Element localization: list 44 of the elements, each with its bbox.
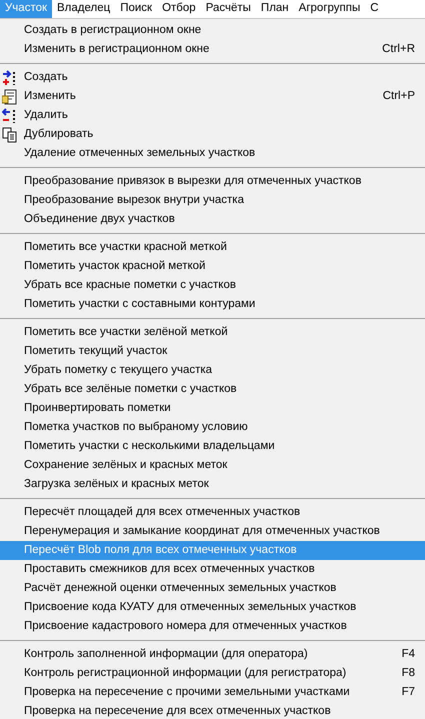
menu-item[interactable]: Пересчёт площадей для всех отмеченных участков bbox=[0, 503, 425, 522]
menu-bar-item[interactable]: Агрогруппы bbox=[294, 0, 366, 18]
menu-item[interactable]: Пометить участки с составными контурами bbox=[0, 295, 425, 314]
menu-item[interactable]: Преобразование вырезок внутри участка bbox=[0, 191, 425, 210]
menu-item[interactable]: Создать bbox=[0, 68, 425, 87]
arrows-plus-icon bbox=[2, 70, 18, 86]
menu-bar-item[interactable]: План bbox=[256, 0, 294, 18]
menu-item[interactable]: Проинвертировать пометки bbox=[0, 399, 425, 418]
menu-item[interactable]: Пометить участки с несколькими владельцами bbox=[0, 437, 425, 456]
menu-item[interactable]: Удалить bbox=[0, 106, 425, 125]
menu-item[interactable]: Создать в регистрационном окне bbox=[0, 21, 425, 40]
menu-item[interactable]: Контроль регистрационной информации (для регистратора) F8 bbox=[0, 664, 425, 683]
menu-item[interactable]: Присвоение кадастрового номера для отмеченных участков bbox=[0, 617, 425, 636]
menu-item[interactable]: Загрузка зелёных и красных меток bbox=[0, 475, 425, 494]
menu-bar-item[interactable]: Владелец bbox=[52, 0, 116, 18]
menu-bar-item[interactable]: Поиск bbox=[115, 0, 158, 18]
menu-item[interactable]: Удаление отмеченных земельных участков bbox=[0, 144, 425, 163]
menu-item[interactable]: Пометить все участки красной меткой bbox=[0, 238, 425, 257]
copy-icon bbox=[2, 126, 18, 142]
menu-bar-item[interactable]: Отбор bbox=[157, 0, 201, 18]
menu-item[interactable]: Перенумерация и замыкание координат для отмеченных участков bbox=[0, 522, 425, 541]
menu-item[interactable]: Присвоение кода КУАТУ для отмеченных земельных участков bbox=[0, 598, 425, 617]
menu-item[interactable]: Сохранение зелёных и красных меток bbox=[0, 456, 425, 475]
menu-item[interactable]: Пометить все участки зелёной меткой bbox=[0, 323, 425, 342]
document-edit-icon bbox=[2, 88, 18, 104]
menu-bar-item[interactable]: С bbox=[365, 0, 384, 18]
menu-item[interactable]: Пометить участок красной меткой bbox=[0, 257, 425, 276]
menu-bar-item[interactable]: Расчёты bbox=[200, 0, 256, 18]
arrows-minus-icon bbox=[2, 108, 18, 124]
menu-item[interactable]: Расчёт денежной оценки отмеченных земельных участков bbox=[0, 579, 425, 598]
menu-item[interactable]: Проверка на пересечение для всех отмеченных участков bbox=[0, 702, 425, 719]
menu-item[interactable]: Проставить смежников для всех отмеченных участков bbox=[0, 560, 425, 579]
menu-item[interactable]: Пометить текущий участок bbox=[0, 342, 425, 361]
menu-item[interactable]: Объединение двух участков bbox=[0, 210, 425, 229]
menu-item[interactable]: Убрать пометку с текущего участка bbox=[0, 361, 425, 380]
menu-item[interactable]: Проверка на пересечение с прочими земельными участками F7 bbox=[0, 683, 425, 702]
menu-item[interactable]: Убрать все красные пометки с участков bbox=[0, 276, 425, 295]
menu-item[interactable]: Пометка участков по выбраному условию bbox=[0, 418, 425, 437]
menu-item[interactable]: Изменить в регистрационном окне Ctrl+R bbox=[0, 40, 425, 59]
menu-item[interactable]: Изменить Ctrl+P bbox=[0, 87, 425, 106]
menu-item[interactable]: Преобразование привязок в вырезки для отмеченных участков bbox=[0, 172, 425, 191]
menu-item[interactable]: Контроль заполненной информации (для оператора) F4 bbox=[0, 645, 425, 664]
menu-item[interactable]: Убрать все зелёные пометки с участков bbox=[0, 380, 425, 399]
menu-item[interactable]: Дублировать bbox=[0, 125, 425, 144]
